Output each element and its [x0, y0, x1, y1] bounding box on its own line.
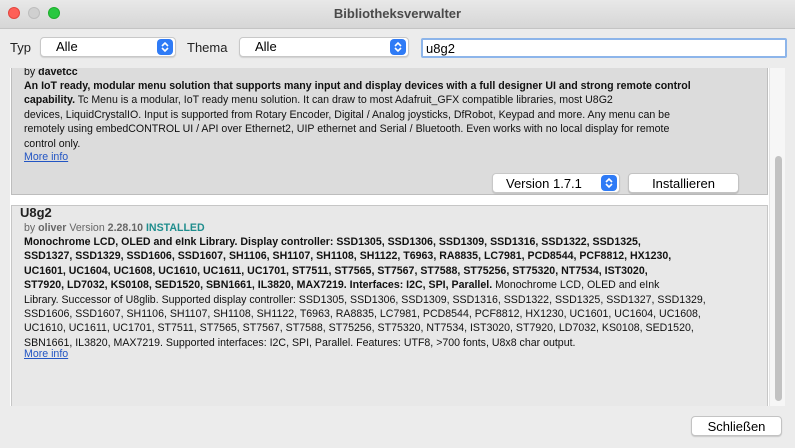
library-author: davetcc — [38, 68, 78, 78]
vertical-scrollbar[interactable] — [769, 68, 785, 406]
window-title: Bibliotheksverwalter — [333, 6, 462, 21]
library-entry-tcmenu[interactable]: by davetcc An IoT ready, modular menu so… — [11, 68, 768, 195]
filter-bar: Typ Alle Thema Alle — [0, 28, 795, 66]
search-input[interactable] — [421, 38, 787, 58]
library-list[interactable]: by davetcc An IoT ready, modular menu so… — [10, 68, 784, 406]
library-meta-line: by oliver Version 2.28.10 INSTALLED — [24, 222, 205, 234]
type-select[interactable]: Alle — [40, 37, 176, 57]
library-description: An IoT ready, modular menu solution that… — [24, 80, 691, 150]
install-button[interactable]: Installieren — [628, 173, 739, 193]
topic-label: Thema — [187, 40, 228, 55]
type-label: Typ — [10, 40, 31, 55]
installed-badge: INSTALLED — [145, 222, 205, 234]
topic-select[interactable]: Alle — [239, 37, 409, 57]
library-author-line: by davetcc — [24, 68, 78, 78]
more-info-link[interactable]: More info — [24, 347, 68, 361]
library-description: Monochrome LCD, OLED and eInk Library. D… — [24, 236, 706, 349]
close-button[interactable]: Schließen — [691, 416, 782, 436]
scrollbar-thumb[interactable] — [775, 156, 782, 401]
more-info-link[interactable]: More info — [24, 150, 68, 164]
updown-chevron-icon — [390, 39, 406, 55]
type-select-value: Alle — [56, 39, 78, 54]
library-name: U8g2 — [20, 205, 52, 220]
topic-select-value: Alle — [255, 39, 277, 54]
updown-chevron-icon — [157, 39, 173, 55]
version-select[interactable]: Version 1.7.1 — [492, 173, 620, 193]
library-entry-u8g2[interactable]: U8g2 by oliver Version 2.28.10 INSTALLED… — [11, 205, 768, 406]
library-version: 2.28.10 — [107, 222, 144, 234]
updown-chevron-icon — [601, 175, 617, 191]
library-author: oliver — [38, 222, 67, 234]
title-bar: Bibliotheksverwalter — [0, 0, 795, 29]
